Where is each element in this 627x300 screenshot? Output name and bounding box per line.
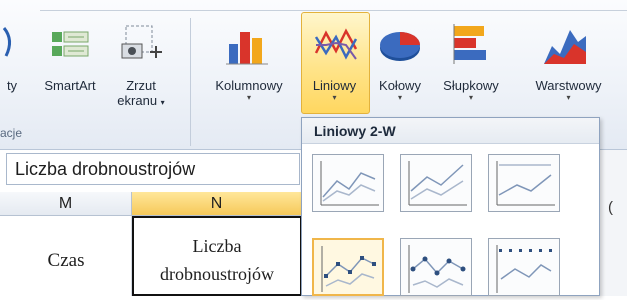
line-chart-icon (314, 23, 358, 67)
cell-n-text-line1: Liczba (192, 236, 242, 256)
cell-m-text: Czas (47, 250, 85, 271)
grid-right-edge: ( (600, 150, 627, 296)
thumb-100-stacked-line-chart[interactable] (488, 154, 560, 212)
cell-m[interactable]: Czas (0, 216, 132, 296)
chevron-down-icon: ▾ (246, 93, 251, 102)
screenshot-label-2: ekranu ▾ (117, 93, 165, 108)
chevron-down-icon: ▾ (332, 93, 337, 102)
chart-button-slupkowy[interactable]: Słupkowy ▾ (434, 78, 508, 103)
thumb-100-stacked-line-with-markers-icon (496, 245, 552, 293)
thumb-stacked-line-with-markers[interactable] (400, 238, 472, 296)
partial-shape-icon (2, 22, 22, 62)
chart-button-kolumnowy[interactable]: Kolumnowy ▾ (200, 78, 298, 103)
thumb-line-with-markers[interactable] (312, 238, 384, 296)
thumb-100-stacked-line-chart-icon (496, 161, 555, 206)
column-header-partial: ( (608, 199, 613, 216)
chevron-down-icon: ▾ (566, 93, 571, 102)
chart-label-kolumnowy: Kolumnowy (215, 78, 283, 93)
pie-chart-icon (378, 28, 424, 64)
partial-button[interactable]: ty (0, 78, 24, 93)
chart-label-slupkowy: Słupkowy (443, 78, 499, 93)
smartart-icon (50, 26, 90, 66)
chart-label-liniowy: Liniowy (312, 78, 357, 93)
gallery-title: Liniowy 2-W (302, 118, 599, 144)
chart-button-kolowy[interactable]: Kołowy ▾ (370, 78, 430, 103)
line-chart-gallery: Liniowy 2-W (301, 117, 600, 296)
partial-button-label: ty (6, 78, 18, 93)
smartart-label: SmartArt (44, 78, 96, 93)
thumb-100-stacked-line-with-markers[interactable] (488, 238, 560, 296)
thumb-stacked-line-chart[interactable] (400, 154, 472, 212)
thumb-stacked-line-chart-icon (408, 161, 467, 206)
chart-button-liniowy[interactable]: Liniowy ▾ (301, 12, 370, 114)
thumb-stacked-line-with-markers-icon (408, 245, 466, 293)
group-separator (190, 18, 191, 146)
screenshot-label-1: Zrzut (126, 78, 156, 93)
liniowy-label-wrap: Liniowy ▾ (300, 78, 369, 103)
ribbon-top-border (40, 10, 627, 11)
thumb-line-chart-icon (320, 161, 379, 206)
chart-button-warstwowy[interactable]: Warstwowy ▾ (510, 78, 627, 103)
smartart-button[interactable]: SmartArt (34, 78, 106, 93)
chart-label-warstwowy: Warstwowy (535, 78, 602, 93)
thumb-line-with-markers-icon (321, 246, 376, 292)
thumb-line-chart[interactable] (312, 154, 384, 212)
name-box[interactable]: Liczba drobnoustrojów (6, 153, 300, 185)
screenshot-icon (120, 22, 164, 66)
screenshot-button[interactable]: Zrzut ekranu ▾ (110, 78, 172, 110)
chart-label-kolowy: Kołowy (379, 78, 421, 93)
chevron-down-icon: ▾ (468, 93, 473, 102)
chevron-down-icon: ▾ (397, 93, 402, 102)
cell-n-text-line2: drobnoustrojów (160, 264, 274, 284)
cell-n-selected[interactable]: Liczba drobnoustrojów (132, 216, 302, 296)
column-header-m[interactable]: M (0, 192, 132, 216)
column-chart-icon (226, 24, 268, 66)
column-header-n[interactable]: N (132, 192, 302, 216)
group-label-illustrations: acje (0, 126, 23, 140)
bar-chart-icon (450, 22, 490, 66)
area-chart-icon (542, 24, 588, 66)
